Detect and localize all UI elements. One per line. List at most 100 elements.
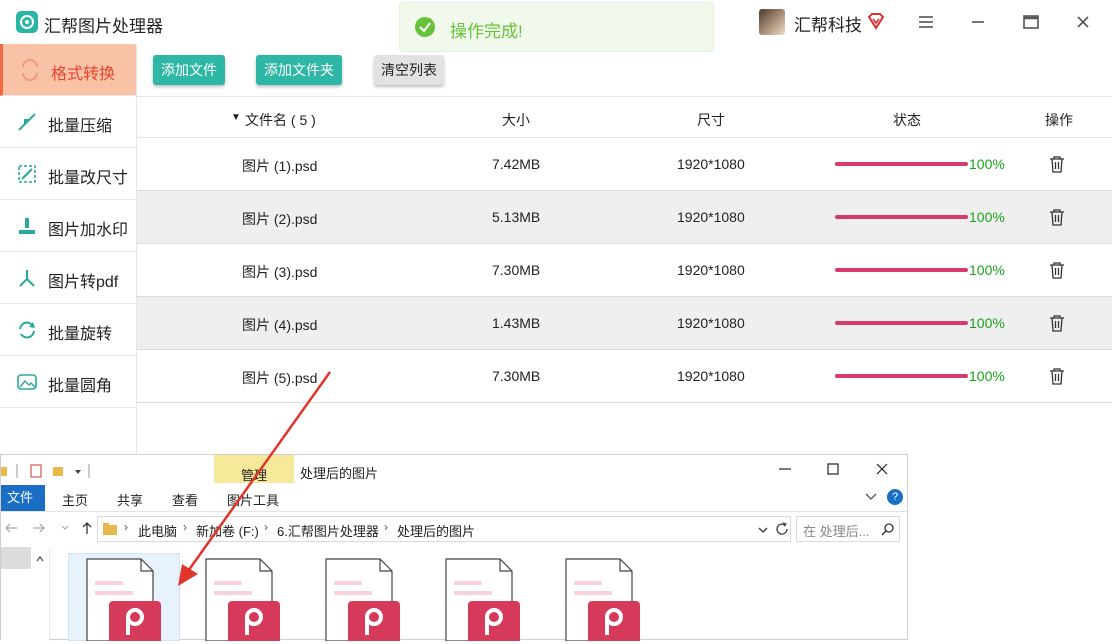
file-size: 7.30MB — [492, 368, 541, 384]
search-icon[interactable] — [881, 522, 895, 539]
delete-icon[interactable] — [1049, 367, 1065, 385]
success-toast: 操作完成! — [399, 2, 714, 52]
progress-bar — [835, 374, 968, 378]
sidebar-item-format-convert[interactable]: 格式转换 — [0, 44, 136, 96]
toast-message: 操作完成! — [450, 22, 523, 41]
ribbon-tab-home[interactable]: 主页 — [62, 490, 88, 509]
sidebar-item-label: 格式转换 — [51, 66, 116, 83]
file-name: 图片 (4).psd — [242, 317, 318, 333]
scroll-up-icon[interactable] — [35, 551, 45, 567]
progress-percent: 100% — [969, 262, 1005, 278]
sidebar-item-label: 批量圆角 — [48, 378, 113, 395]
compress-icon — [16, 111, 38, 133]
help-icon[interactable]: ? — [887, 489, 903, 505]
app-logo-icon — [16, 11, 38, 33]
sidebar-item-pdf[interactable]: 图片转pdf — [0, 252, 136, 304]
round-corner-icon — [16, 371, 38, 393]
delete-icon[interactable] — [1049, 208, 1065, 226]
file-explorer-window: 管理 处理后的图片 文件 主页 共享 查看 图片工具 ? › 此电脑 › 新加卷… — [0, 454, 908, 644]
vip-diamond-icon[interactable] — [866, 11, 886, 31]
table-row[interactable]: 图片 (3).psd 7.30MB 1920*1080 100% — [137, 244, 1112, 297]
progress-percent: 100% — [969, 156, 1005, 172]
rotate-icon — [16, 319, 38, 341]
file-dimension: 1920*1080 — [677, 262, 745, 278]
progress-percent: 100% — [969, 315, 1005, 331]
progress-bar — [835, 321, 968, 325]
avatar[interactable] — [759, 9, 785, 35]
file-size: 5.13MB — [492, 209, 541, 225]
refresh-icon[interactable] — [774, 521, 790, 540]
sidebar-item-compress[interactable]: 批量压缩 — [0, 96, 136, 148]
nav-forward-icon[interactable] — [31, 521, 47, 538]
sidebar-item-label: 批量改尺寸 — [48, 170, 129, 187]
recent-locations-icon[interactable] — [59, 521, 71, 538]
minimize-icon[interactable] — [964, 8, 992, 36]
file-name: 图片 (1).psd — [242, 158, 318, 174]
nav-back-icon[interactable] — [3, 521, 19, 538]
psd-file-icon[interactable] — [79, 555, 169, 644]
file-size: 7.30MB — [492, 262, 541, 278]
delete-icon[interactable] — [1049, 155, 1065, 173]
brand-name[interactable]: 汇帮科技 — [794, 11, 862, 36]
file-dimension: 1920*1080 — [677, 209, 745, 225]
psd-file-icon[interactable] — [438, 555, 528, 644]
column-header-name[interactable]: 文件名 ( 5 ) — [245, 110, 316, 130]
watermark-icon — [16, 215, 38, 237]
navigation-pane — [1, 547, 50, 641]
title-bar: 汇帮图片处理器 操作完成! 汇帮科技 — [0, 0, 1112, 52]
close-icon[interactable] — [870, 459, 894, 482]
file-size: 1.43MB — [492, 315, 541, 331]
column-header-action: 操作 — [1045, 112, 1073, 128]
minimize-icon[interactable] — [773, 459, 797, 482]
quick-access-toolbar — [1, 463, 91, 482]
address-dropdown-icon[interactable] — [756, 523, 770, 539]
check-circle-icon — [415, 17, 435, 37]
table-row[interactable]: 图片 (4).psd 1.43MB 1920*1080 100% — [137, 297, 1112, 350]
sidebar-item-watermark[interactable]: 图片加水印 — [0, 200, 136, 252]
annotation-arrow — [178, 371, 332, 586]
progress-bar — [835, 215, 968, 219]
sidebar-item-label: 图片转pdf — [48, 274, 119, 291]
sort-caret-icon[interactable]: ▼ — [231, 112, 241, 123]
nav-pane-item[interactable] — [1, 547, 31, 569]
breadcrumb-current-folder[interactable]: 处理后的图片 — [397, 521, 475, 540]
menu-icon[interactable] — [912, 8, 940, 36]
column-header-size: 大小 — [502, 112, 530, 128]
table-header: ▼ 文件名 ( 5 ) 大小 尺寸 状态 操作 — [137, 96, 1112, 138]
progress-bar — [835, 162, 968, 166]
ribbon-tab-share[interactable]: 共享 — [117, 490, 143, 509]
sidebar-item-rotate[interactable]: 批量旋转 — [0, 304, 136, 356]
add-file-button[interactable]: 添加文件 — [153, 55, 225, 85]
search-placeholder: 在 处理后... — [803, 524, 870, 539]
pdf-icon — [16, 267, 38, 289]
file-name: 图片 (2).psd — [242, 211, 318, 227]
sidebar-item-round-corner[interactable]: 批量圆角 — [0, 356, 136, 408]
delete-icon[interactable] — [1049, 261, 1065, 279]
close-icon[interactable] — [1069, 8, 1097, 36]
column-header-dimension: 尺寸 — [697, 112, 725, 128]
file-name: 图片 (3).psd — [242, 264, 318, 280]
file-dimension: 1920*1080 — [677, 315, 745, 331]
app-title: 汇帮图片处理器 — [44, 17, 163, 36]
table-row[interactable]: 图片 (2).psd 5.13MB 1920*1080 100% — [137, 191, 1112, 244]
maximize-icon[interactable] — [821, 459, 845, 482]
ribbon-expand-icon[interactable] — [863, 490, 879, 507]
progress-bar — [835, 268, 968, 272]
sidebar-item-label: 批量旋转 — [48, 326, 113, 343]
delete-icon[interactable] — [1049, 314, 1065, 332]
progress-percent: 100% — [969, 368, 1005, 384]
psd-file-icon[interactable] — [558, 555, 648, 644]
sidebar-item-label: 批量压缩 — [48, 118, 113, 135]
clear-list-button[interactable]: 清空列表 — [374, 55, 444, 85]
folder-icon — [103, 522, 117, 538]
breadcrumb-separator: › — [124, 520, 128, 534]
progress-percent: 100% — [969, 209, 1005, 225]
add-folder-button[interactable]: 添加文件夹 — [256, 55, 342, 85]
maximize-icon[interactable] — [1017, 8, 1045, 36]
file-dimension: 1920*1080 — [677, 368, 745, 384]
breadcrumb-separator: › — [384, 520, 388, 534]
table-row[interactable]: 图片 (1).psd 7.42MB 1920*1080 100% — [137, 138, 1112, 191]
sidebar-item-resize[interactable]: 批量改尺寸 — [0, 148, 136, 200]
up-level-icon[interactable] — [79, 521, 95, 538]
ribbon-tab-file[interactable]: 文件 — [1, 485, 45, 511]
